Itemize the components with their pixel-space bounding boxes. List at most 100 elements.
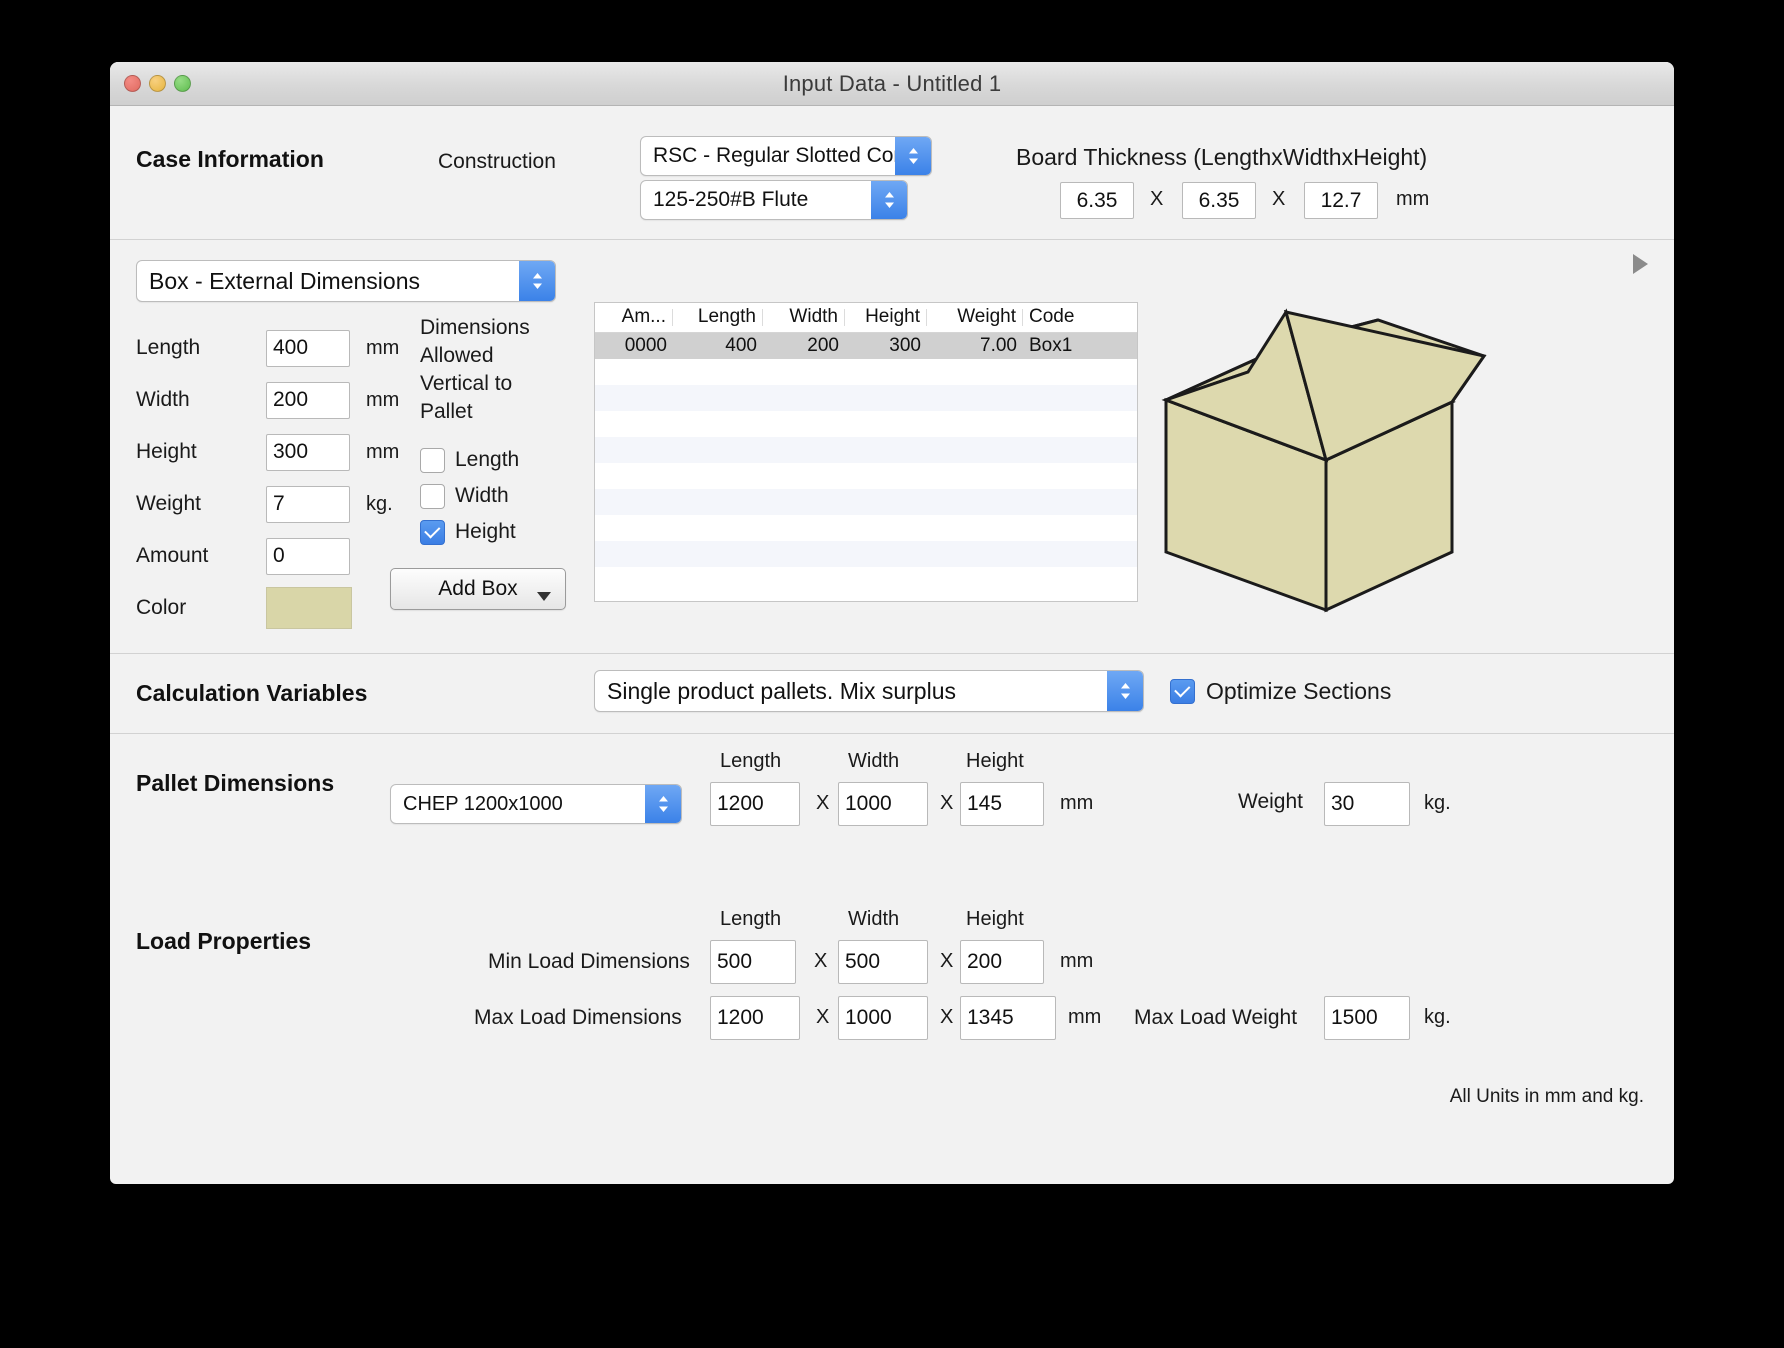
case-information-section: Case Information Construction RSC - Regu… — [110, 106, 1674, 240]
allowed-height-checkbox[interactable] — [420, 519, 445, 545]
allowed-width-checkbox[interactable] — [420, 483, 445, 509]
board-thickness-length-input[interactable] — [1060, 182, 1134, 219]
table-row[interactable] — [595, 359, 1137, 385]
box-length-input[interactable] — [266, 329, 350, 367]
table-row[interactable] — [595, 437, 1137, 463]
dimensions-allowed-group: Dimensions Allowed Vertical to Pallet Le… — [420, 314, 580, 550]
pallet-type-value: CHEP 1200x1000 — [403, 792, 563, 815]
flute-select-value: 125-250#B Flute — [653, 188, 809, 211]
min-load-length-input[interactable] — [710, 940, 796, 984]
table-row[interactable] — [595, 411, 1137, 437]
table-row[interactable] — [595, 385, 1137, 411]
flute-stepper-icon[interactable] — [871, 181, 907, 219]
table-row[interactable] — [595, 515, 1137, 541]
pallet-weight-unit: kg. — [1424, 792, 1451, 814]
box-color-swatch[interactable] — [266, 587, 352, 629]
pallet-weight-input[interactable] — [1324, 782, 1410, 826]
max-load-width-input[interactable] — [838, 996, 928, 1040]
box-definition-section: Box - External Dimensions Length mm Widt… — [110, 240, 1674, 654]
col-header-width[interactable]: Width — [763, 307, 845, 326]
box-weight-label: Weight — [136, 492, 201, 515]
box-field-row: Weight kg. — [136, 478, 399, 530]
table-row[interactable] — [595, 489, 1137, 515]
box-height-unit: mm — [366, 440, 400, 463]
minimize-window-icon[interactable] — [149, 75, 166, 92]
max-load-unit: mm — [1068, 1006, 1102, 1028]
max-load-sep-1: X — [816, 1006, 830, 1028]
pallet-length-input[interactable] — [710, 782, 800, 826]
allowed-line-2: Allowed — [420, 344, 494, 367]
max-load-height-input[interactable] — [960, 996, 1056, 1040]
box-mode-select[interactable]: Box - External Dimensions — [136, 260, 556, 302]
calculation-mode-select[interactable]: Single product pallets. Mix surplus — [594, 670, 1144, 712]
box-3d-preview — [1136, 290, 1496, 625]
cell-width: 200 — [807, 335, 839, 356]
allowed-vertical-width-row[interactable]: Width — [420, 478, 580, 514]
table-row[interactable] — [595, 463, 1137, 489]
calculation-mode-value: Single product pallets. Mix surplus — [607, 677, 956, 704]
min-load-width-input[interactable] — [838, 940, 928, 984]
pallet-sep-2: X — [940, 792, 954, 814]
board-thickness-width-input[interactable] — [1182, 182, 1256, 219]
pallet-width-input[interactable] — [838, 782, 928, 826]
title-bar: Input Data - Untitled 1 — [110, 62, 1674, 106]
units-note: All Units in mm and kg. — [1449, 1086, 1644, 1107]
board-thickness-sep-1: X — [1150, 188, 1164, 210]
pallet-weight-label: Weight — [1238, 790, 1303, 813]
box-height-label: Height — [136, 440, 197, 463]
zoom-window-icon[interactable] — [174, 75, 191, 92]
box-field-row: Width mm — [136, 374, 399, 426]
pallet-height-input[interactable] — [960, 782, 1044, 826]
box-3d-preview-graphic — [1161, 308, 1487, 613]
window-title: Input Data - Untitled 1 — [782, 70, 1002, 96]
calculation-mode-stepper-icon[interactable] — [1107, 671, 1143, 711]
col-header-weight[interactable]: Weight — [927, 307, 1023, 326]
optimize-sections-row[interactable]: Optimize Sections — [1170, 678, 1391, 705]
max-load-length-input[interactable] — [710, 996, 800, 1040]
cell-length: 400 — [725, 335, 757, 356]
expand-preview-play-icon[interactable] — [1633, 254, 1648, 274]
pallet-dimensions-section: Pallet Dimensions CHEP 1200x1000 Length … — [110, 734, 1674, 894]
construction-label: Construction — [438, 150, 556, 173]
allowed-vertical-height-row[interactable]: Height — [420, 514, 580, 550]
box-table-header-row: Am... Length Width Height Weight Code — [595, 303, 1137, 333]
box-mode-select-value: Box - External Dimensions — [149, 267, 420, 294]
col-header-amount[interactable]: Am... — [595, 307, 673, 326]
add-box-button[interactable]: Add Box — [390, 568, 566, 610]
pallet-type-select[interactable]: CHEP 1200x1000 — [390, 784, 682, 824]
close-window-icon[interactable] — [124, 75, 141, 92]
allowed-length-label: Length — [455, 448, 520, 471]
case-information-title: Case Information — [136, 146, 324, 172]
board-thickness-sep-2: X — [1272, 188, 1286, 210]
box-height-input[interactable] — [266, 433, 350, 471]
box-list-table[interactable]: Am... Length Width Height Weight Code 00… — [594, 302, 1138, 602]
add-box-dropdown-caret-icon[interactable] — [537, 592, 551, 601]
pallet-type-stepper-icon[interactable] — [645, 785, 681, 823]
cell-amount: 0000 — [624, 335, 667, 356]
construction-stepper-icon[interactable] — [895, 137, 931, 175]
col-header-height[interactable]: Height — [845, 307, 927, 326]
box-weight-input[interactable] — [266, 485, 350, 523]
optimize-sections-checkbox[interactable] — [1170, 679, 1195, 704]
col-header-length[interactable]: Length — [673, 307, 763, 326]
max-load-weight-input[interactable] — [1324, 996, 1410, 1040]
construction-select[interactable]: RSC - Regular Slotted Container — [640, 136, 932, 176]
table-row[interactable] — [595, 541, 1137, 567]
flute-select[interactable]: 125-250#B Flute — [640, 180, 908, 220]
box-width-input[interactable] — [266, 381, 350, 419]
allowed-width-label: Width — [455, 484, 509, 507]
table-row[interactable]: 0000 400 200 300 7.00 Box1 — [595, 333, 1137, 359]
allowed-line-3: Vertical to — [420, 372, 513, 395]
box-field-list: Length mm Width mm Height mm Weight kg. … — [136, 322, 399, 634]
pallet-dimensions-title: Pallet Dimensions — [136, 770, 335, 796]
allowed-length-checkbox[interactable] — [420, 447, 445, 473]
min-load-height-input[interactable] — [960, 940, 1044, 984]
box-mode-stepper-icon[interactable] — [519, 261, 555, 301]
table-row[interactable] — [595, 567, 1137, 593]
col-header-code[interactable]: Code — [1023, 307, 1135, 326]
allowed-vertical-length-row[interactable]: Length — [420, 442, 580, 478]
box-amount-input[interactable] — [266, 537, 350, 575]
pallet-unit: mm — [1060, 792, 1094, 814]
board-thickness-height-input[interactable] — [1304, 182, 1378, 219]
box-field-row: Length mm — [136, 322, 399, 374]
